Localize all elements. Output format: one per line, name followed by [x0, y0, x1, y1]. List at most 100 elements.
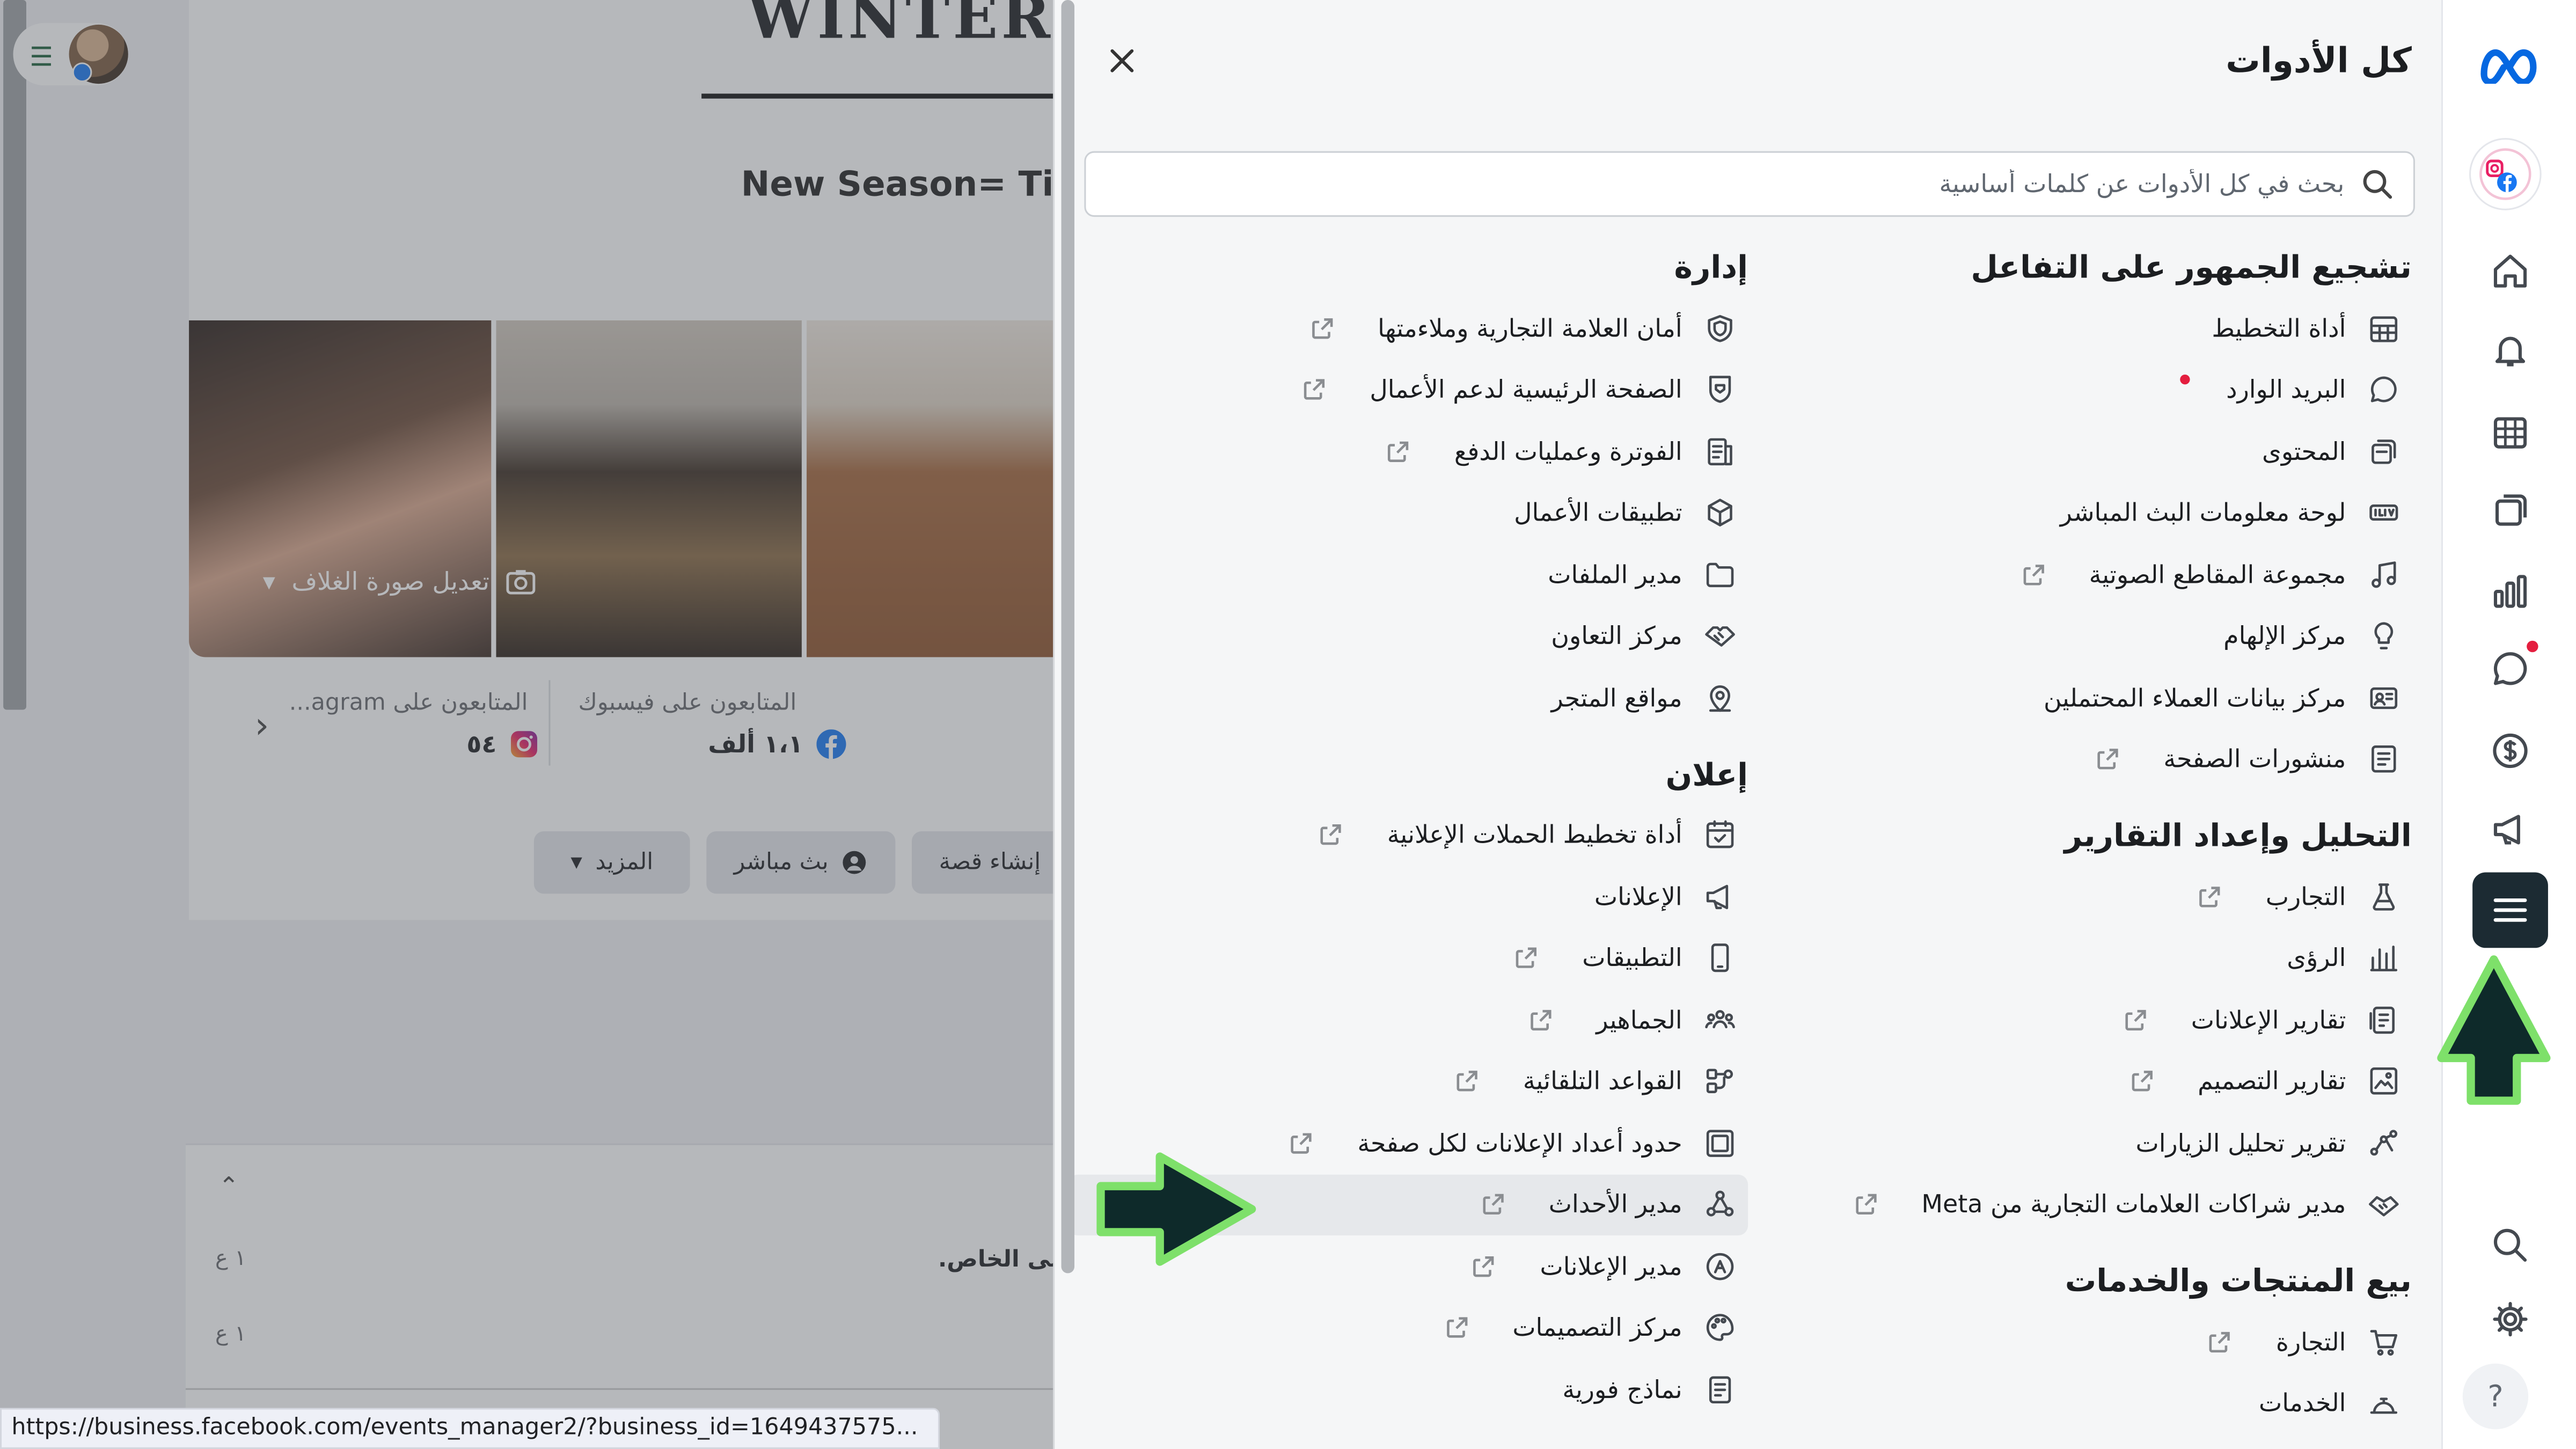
tool-item-label: حدود أعداد الإعلانات لكل صفحة	[1357, 1128, 1682, 1158]
tool-item[interactable]: الجماهير	[1068, 989, 1748, 1051]
dollar-icon	[2493, 733, 2528, 769]
tool-item-label: الصفحة الرئيسية لدعم الأعمال	[1370, 375, 1682, 405]
tool-item-label: مدير شراكات العلامات التجارية من Meta	[1921, 1190, 2346, 1220]
tool-item-label: أداة تخطيط الحملات الإعلانية	[1387, 820, 1682, 850]
insights-nav[interactable]	[2472, 554, 2548, 630]
cube-icon	[1702, 496, 1738, 529]
tool-item[interactable]: الفوترة وعمليات الدفع	[1068, 421, 1748, 482]
external-link-icon	[1305, 315, 1338, 341]
attribution-icon	[2366, 1126, 2402, 1159]
grid-calendar-icon	[2493, 417, 2527, 449]
audiences-icon	[1702, 1004, 1738, 1036]
tool-item-label: مركز التعاون	[1551, 621, 1682, 652]
music-icon	[2366, 558, 2402, 591]
search-input[interactable]	[1106, 169, 2345, 199]
tool-item-label: تقارير التصميم	[2198, 1066, 2346, 1096]
tool-item[interactable]: نماذج فورية	[1068, 1359, 1748, 1421]
hamburger-icon	[2493, 898, 2527, 922]
notifications-nav[interactable]	[2472, 312, 2548, 388]
close-icon	[1110, 49, 1134, 72]
content-icon	[2366, 435, 2402, 467]
section-title: إعلان	[1665, 756, 1748, 793]
modal-overlay[interactable]	[0, 0, 1068, 1449]
tool-item[interactable]: مركز التعاون	[1068, 605, 1748, 667]
external-link-icon	[2125, 1069, 2158, 1095]
flask-icon	[2366, 880, 2402, 913]
folder-icon	[1702, 558, 1738, 591]
external-link-icon	[1451, 1069, 1483, 1095]
tool-item[interactable]: أداة التخطيط	[1754, 297, 2411, 359]
tool-item[interactable]: تقرير تحليل الزيارات	[1754, 1112, 2411, 1174]
handshake-icon	[2366, 1188, 2402, 1221]
tool-item-label: نماذج فورية	[1562, 1374, 1682, 1404]
tool-item[interactable]: المحتوى	[1754, 421, 2411, 482]
tool-item[interactable]: مدير شراكات العلامات التجارية من Meta	[1754, 1174, 2411, 1235]
shield-icon	[1702, 312, 1738, 345]
tool-item[interactable]: مدير الملفات	[1068, 544, 1748, 605]
tool-item[interactable]: القواعد التلقائية	[1068, 1051, 1748, 1113]
leads-icon	[2366, 682, 2402, 714]
all-tools-nav[interactable]	[2472, 872, 2548, 948]
section-title: بيع المنتجات والخدمات	[2065, 1263, 2412, 1300]
tool-item[interactable]: البريد الوارد	[1754, 359, 2411, 421]
tool-item[interactable]: تقارير التصميم	[1754, 1051, 2411, 1113]
tool-item[interactable]: الخدمات	[1754, 1373, 2411, 1435]
tool-item[interactable]: لوحة معلومات البث المباشر	[1754, 482, 2411, 544]
search-icon	[2363, 170, 2392, 199]
content-nav[interactable]	[2472, 473, 2548, 549]
panel-scrollbar[interactable]	[1061, 0, 1075, 1274]
lightbulb-icon	[2366, 620, 2402, 653]
external-link-icon	[1849, 1191, 1882, 1218]
tool-item-label: الفوترة وعمليات الدفع	[1454, 436, 1682, 466]
tools-column-right: تشجيع الجمهور على التفاعل أداة التخطيط الب…	[1754, 238, 2412, 1435]
home-icon	[2493, 254, 2527, 288]
settings-nav[interactable]	[2472, 1282, 2548, 1357]
tool-item[interactable]: تقارير الإعلانات	[1754, 989, 2411, 1051]
tool-item[interactable]: مدير الأحداث	[1067, 1174, 1748, 1236]
account-avatar[interactable]	[2469, 138, 2542, 210]
tool-item-label: تقارير الإعلانات	[2191, 1005, 2346, 1035]
live-icon	[2366, 496, 2402, 529]
tool-item[interactable]: منشورات الصفحة	[1754, 729, 2411, 791]
tool-item[interactable]: حدود أعداد الإعلانات لكل صفحة	[1068, 1112, 1748, 1174]
tool-item[interactable]: الصفحة الرئيسية لدعم الأعمال	[1068, 359, 1748, 421]
tool-item[interactable]: مدير الإعلانات	[1068, 1235, 1748, 1297]
notification-dot	[2527, 640, 2538, 653]
tool-item[interactable]: مركز الإلهام	[1754, 605, 2411, 667]
search-field[interactable]	[1084, 151, 2415, 217]
inbox-nav[interactable]	[2472, 631, 2548, 707]
tool-item-label: لوحة معلومات البث المباشر	[2060, 498, 2346, 528]
tool-item-label: أمان العلامة التجارية وملاءمتها	[1378, 313, 1682, 343]
tool-item-label: التجارب	[2265, 882, 2346, 912]
content-icon	[2495, 494, 2527, 526]
monetization-nav[interactable]	[2472, 713, 2548, 789]
meta-logo-icon	[2480, 49, 2537, 84]
external-link-icon	[2119, 1007, 2151, 1033]
tool-item[interactable]: الرؤى	[1754, 927, 2411, 989]
tool-item[interactable]: مجموعة المقاطع الصوتية	[1754, 544, 2411, 605]
planner-icon	[2366, 312, 2402, 345]
form-icon	[1702, 1373, 1738, 1406]
tool-item[interactable]: التطبيقات	[1068, 927, 1748, 989]
home-nav[interactable]	[2472, 233, 2548, 309]
tool-item[interactable]: التجارة	[1754, 1311, 2411, 1373]
cart-icon	[2366, 1326, 2402, 1358]
tool-item[interactable]: التجارب	[1754, 866, 2411, 927]
tool-item[interactable]: مركز التصميمات	[1068, 1297, 1748, 1359]
meta-logo[interactable]	[2472, 26, 2548, 102]
tool-item[interactable]: الإعلانات	[1068, 866, 1748, 927]
tool-item-label: منشورات الصفحة	[2163, 744, 2346, 774]
tool-item[interactable]: تطبيقات الأعمال	[1068, 482, 1748, 544]
tool-item[interactable]: مواقع المتجر	[1068, 667, 1748, 729]
external-link-icon	[1440, 1315, 1473, 1341]
close-button[interactable]	[1097, 36, 1147, 85]
external-link-icon	[1382, 438, 1415, 465]
ads-nav[interactable]	[2472, 792, 2548, 867]
tool-item[interactable]: أداة تخطيط الحملات الإعلانية	[1068, 804, 1748, 866]
tool-item[interactable]: مركز بيانات العملاء المحتملين	[1754, 667, 2411, 729]
planner-nav[interactable]	[2472, 394, 2548, 470]
gear-icon	[2493, 1302, 2528, 1337]
help-button[interactable]: ?	[2462, 1363, 2529, 1430]
search-nav[interactable]	[2472, 1208, 2548, 1283]
tool-item[interactable]: أمان العلامة التجارية وملاءمتها	[1068, 297, 1748, 359]
